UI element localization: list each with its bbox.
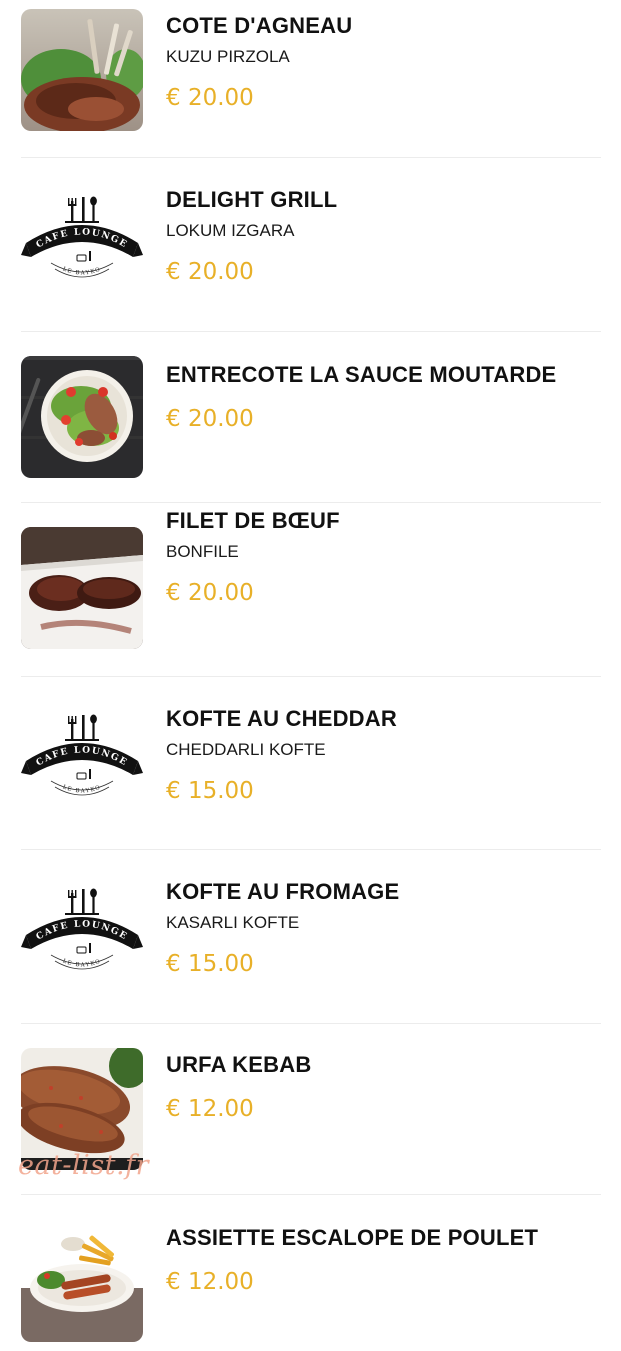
item-price: € 20.00: [166, 406, 254, 432]
menu-item[interactable]: DELIGHT GRILL LOKUM IZGARA € 20.00: [21, 158, 601, 332]
item-name: URFA KEBAB: [166, 1052, 312, 1077]
cafe-lounge-logo: [21, 877, 143, 999]
chicken-plate-image: [21, 1220, 143, 1342]
item-name: KOFTE AU FROMAGE: [166, 879, 400, 904]
menu-item[interactable]: KOFTE AU CHEDDAR CHEDDARLI KOFTE € 15.00: [21, 677, 601, 850]
menu-item[interactable]: KOFTE AU FROMAGE KASARLI KOFTE € 15.00: [21, 850, 601, 1024]
menu-item[interactable]: ASSIETTE ESCALOPE DE POULET € 12.00: [21, 1195, 601, 1351]
menu-item[interactable]: FILET DE BŒUF BONFILE € 20.00: [21, 503, 601, 677]
item-name: FILET DE BŒUF: [166, 508, 340, 533]
menu-item[interactable]: ENTRECOTE LA SAUCE MOUTARDE € 20.00: [21, 332, 601, 503]
item-subtitle: KUZU PIRZOLA: [166, 47, 290, 66]
item-price: € 15.00: [166, 951, 254, 977]
item-name: KOFTE AU CHEDDAR: [166, 706, 397, 731]
item-price: € 20.00: [166, 580, 254, 606]
cafe-lounge-logo: [21, 703, 143, 825]
menu-item[interactable]: COTE D'AGNEAU KUZU PIRZOLA € 20.00: [21, 0, 601, 158]
item-subtitle: LOKUM IZGARA: [166, 221, 295, 240]
watermark: eat-list.fr: [18, 1150, 150, 1181]
item-price: € 20.00: [166, 259, 254, 285]
item-price: € 20.00: [166, 85, 254, 111]
item-subtitle: BONFILE: [166, 542, 239, 561]
beef-fillet-image: [21, 527, 143, 649]
item-name: COTE D'AGNEAU: [166, 13, 353, 38]
item-subtitle: KASARLI KOFTE: [166, 913, 300, 932]
item-price: € 15.00: [166, 778, 254, 804]
item-name: DELIGHT GRILL: [166, 187, 338, 212]
menu-list: COTE D'AGNEAU KUZU PIRZOLA € 20.00 DELIG…: [21, 0, 601, 1351]
lamb-chops-image: [21, 9, 143, 131]
item-price: € 12.00: [166, 1269, 254, 1295]
steak-salad-image: [21, 356, 143, 478]
item-price: € 12.00: [166, 1096, 254, 1122]
item-name: ENTRECOTE LA SAUCE MOUTARDE: [166, 362, 557, 387]
item-name: ASSIETTE ESCALOPE DE POULET: [166, 1225, 539, 1250]
cafe-lounge-logo: [21, 185, 143, 307]
item-subtitle: CHEDDARLI KOFTE: [166, 740, 326, 759]
